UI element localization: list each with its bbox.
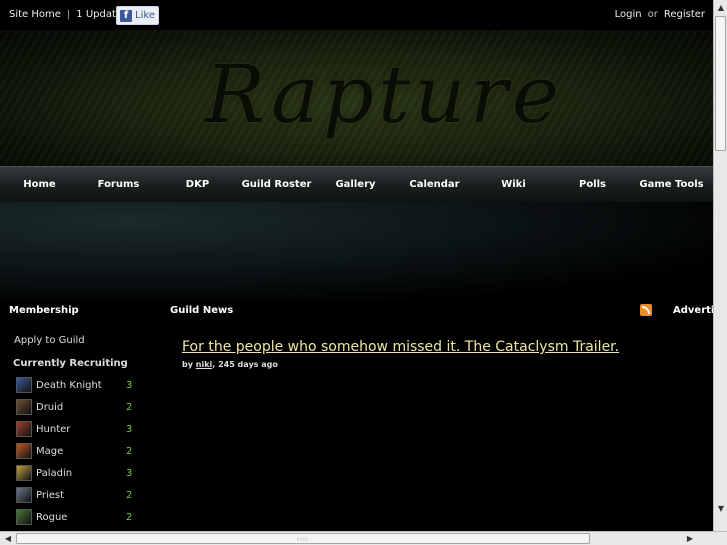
login-link[interactable]: Login bbox=[615, 9, 642, 20]
scroll-left-icon[interactable]: ◀ bbox=[2, 532, 14, 545]
recruiting-class-row: Druid 2 bbox=[16, 396, 136, 418]
nav-item-forums[interactable]: Forums bbox=[79, 167, 158, 202]
recruiting-class-row: Mage 2 bbox=[16, 440, 136, 462]
class-count: 2 bbox=[126, 511, 133, 523]
grip-icon: ⁞⁞⁞⁞ bbox=[297, 536, 309, 543]
class-count: 3 bbox=[126, 379, 133, 391]
guild-logo-title[interactable]: Rapture bbox=[205, 48, 563, 141]
top-bar-left: Site Home | 1 Update bbox=[9, 9, 122, 20]
nav-item-game-tools[interactable]: Game Tools bbox=[632, 167, 711, 202]
membership-heading: Membership bbox=[9, 305, 79, 316]
recruiting-class-row: Hunter 3 bbox=[16, 418, 136, 440]
nav-item-wiki[interactable]: Wiki bbox=[474, 167, 553, 202]
class-count: 2 bbox=[126, 445, 133, 457]
recruiting-class-row: Priest 2 bbox=[16, 484, 136, 506]
nav-item-gallery[interactable]: Gallery bbox=[316, 167, 395, 202]
hunter-class-icon bbox=[16, 421, 32, 437]
byline-date: , 245 days ago bbox=[212, 360, 278, 369]
nav-item-polls[interactable]: Polls bbox=[553, 167, 632, 202]
druid-class-icon bbox=[16, 399, 32, 415]
facebook-like-button[interactable]: f Like bbox=[116, 6, 159, 25]
nav-item-home[interactable]: Home bbox=[0, 167, 79, 202]
class-name: Hunter bbox=[36, 423, 71, 435]
main-nav: Home Forums DKP Guild Roster Gallery Calendar… bbox=[0, 166, 713, 202]
scroll-up-icon[interactable]: ▲ bbox=[715, 1, 727, 15]
class-count: 3 bbox=[126, 423, 133, 435]
nav-item-guild-roster[interactable]: Guild Roster bbox=[237, 167, 316, 202]
scroll-right-icon[interactable]: ▶ bbox=[684, 532, 696, 545]
author-link[interactable]: niki bbox=[196, 360, 213, 369]
guild-news-heading: Guild News bbox=[170, 305, 234, 316]
scroll-down-icon[interactable]: ▼ bbox=[715, 502, 727, 516]
recruiting-class-row: Paladin 3 bbox=[16, 462, 136, 484]
rss-icon[interactable] bbox=[640, 304, 652, 316]
separator: | bbox=[66, 9, 71, 20]
mage-class-icon bbox=[16, 443, 32, 459]
class-name: Paladin bbox=[36, 467, 73, 479]
rogue-class-icon bbox=[16, 509, 32, 525]
facebook-icon: f bbox=[120, 9, 132, 22]
paladin-class-icon bbox=[16, 465, 32, 481]
nav-item-dkp[interactable]: DKP bbox=[158, 167, 237, 202]
facebook-like-label: Like bbox=[135, 10, 155, 21]
byline-by: by bbox=[182, 360, 193, 369]
advertisement-heading: Advertis bbox=[673, 305, 713, 316]
class-count: 3 bbox=[126, 467, 133, 479]
horizontal-scroll-thumb[interactable]: ⁞⁞⁞⁞ bbox=[16, 533, 590, 544]
recruiting-class-row: Death Knight 3 bbox=[16, 374, 136, 396]
news-byline: by niki, 245 days ago bbox=[182, 360, 278, 369]
recruiting-class-list: Death Knight 3 Druid 2 Hunter 3 Mage 2 Paladin 3 P… bbox=[16, 374, 136, 528]
death-knight-class-icon bbox=[16, 377, 32, 393]
header-banner: Rapture bbox=[0, 30, 713, 166]
vertical-scroll-thumb[interactable] bbox=[715, 16, 726, 151]
currently-recruiting-heading: Currently Recruiting bbox=[13, 358, 128, 369]
register-link[interactable]: Register bbox=[664, 9, 705, 20]
apply-to-guild-link[interactable]: Apply to Guild bbox=[14, 335, 85, 346]
priest-class-icon bbox=[16, 487, 32, 503]
top-bar: Site Home | 1 Update f Like Login or Reg… bbox=[0, 0, 713, 30]
banner-scene bbox=[0, 202, 713, 300]
news-article-title[interactable]: For the people who somehow missed it. Th… bbox=[182, 339, 619, 355]
or-text: or bbox=[647, 9, 658, 20]
class-name: Mage bbox=[36, 445, 64, 457]
vertical-scrollbar[interactable]: ▲ ▼ bbox=[713, 0, 727, 531]
sidebar: Membership Apply to Guild Currently Recr… bbox=[0, 300, 160, 530]
site-home-link[interactable]: Site Home bbox=[9, 9, 61, 20]
horizontal-scrollbar[interactable]: ◀ ⁞⁞⁞⁞ ▶ bbox=[0, 531, 727, 545]
class-name: Death Knight bbox=[36, 379, 102, 391]
class-count: 2 bbox=[126, 401, 133, 413]
nav-item-calendar[interactable]: Calendar bbox=[395, 167, 474, 202]
recruiting-class-row: Rogue 2 bbox=[16, 506, 136, 528]
class-count: 2 bbox=[126, 489, 133, 501]
class-name: Druid bbox=[36, 401, 64, 413]
class-name: Rogue bbox=[36, 511, 68, 523]
auth-links: Login or Register bbox=[615, 9, 705, 20]
class-name: Priest bbox=[36, 489, 65, 501]
